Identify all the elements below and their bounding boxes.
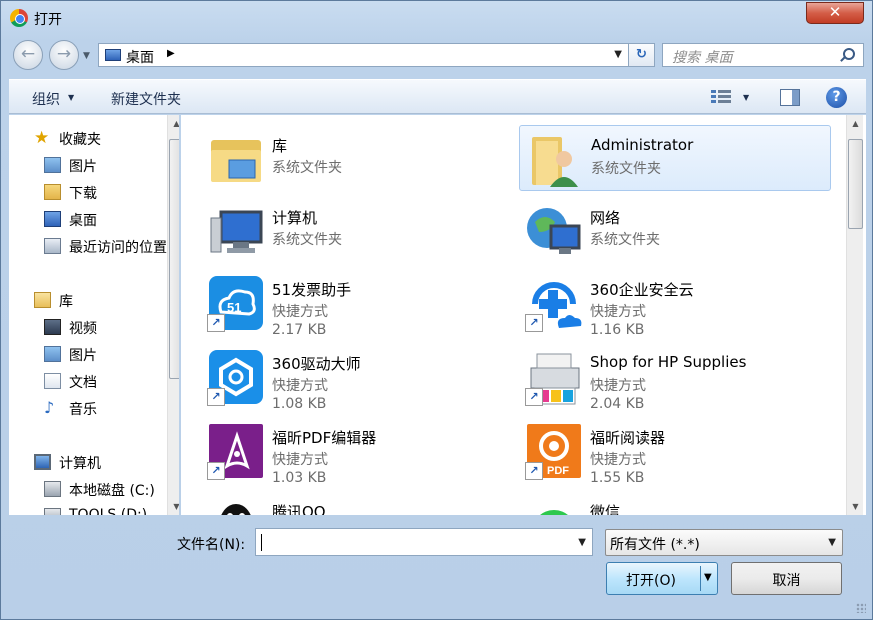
drive-icon [44,508,61,515]
file-item-tencent-qq[interactable]: 腾讯QQ [201,491,513,515]
organize-button[interactable]: 组织 [32,89,60,109]
filename-history-dropdown-icon[interactable]: ▼ [578,537,586,548]
library-folder-icon [207,130,265,188]
file-item-administrator[interactable]: Administrator 系统文件夹 [519,125,831,191]
file-list-pane: 库 系统文件夹 Administrator 系统文件夹 计算机 系统文件夹 网络… [181,115,866,515]
search-input[interactable]: 搜索 桌面 [662,43,864,67]
text-caret [261,534,262,551]
pictures-icon [44,346,61,362]
refresh-button[interactable]: ↻ [629,43,655,67]
recent-pages-dropdown-icon[interactable]: ▼ [83,51,90,61]
scrollbar-thumb[interactable] [848,139,863,229]
search-placeholder: 搜索 桌面 [672,50,733,66]
file-list-scrollbar[interactable]: ▲ ▼ [846,115,863,515]
split-divider [700,566,701,591]
music-icon: ♪ [44,398,55,417]
new-folder-button[interactable]: 新建文件夹 [111,89,181,109]
shortcut-arrow-icon: ↗ [525,462,543,480]
open-button[interactable]: 打开(O) ▼ [606,562,718,595]
file-item-network[interactable]: 网络 系统文件夹 [519,197,831,263]
computer-icon [207,202,265,260]
star-icon: ★ [34,128,50,148]
resize-grip-icon[interactable] [856,603,866,613]
preview-pane-icon[interactable] [780,89,800,106]
network-icon [525,202,583,260]
shortcut-arrow-icon: ↗ [207,462,225,480]
change-view-icon[interactable] [711,88,731,106]
shortcut-arrow-icon: ↗ [207,388,225,406]
qq-penguin-icon [207,496,265,515]
svg-text:PDF: PDF [547,465,569,477]
pdf-reader-icon: PDF ↗ [525,422,583,480]
download-folder-icon [44,184,61,200]
close-button[interactable]: ✕ [806,2,864,24]
scroll-down-icon[interactable]: ▼ [847,498,864,515]
scroll-up-icon[interactable]: ▲ [168,115,179,132]
file-type-dropdown-icon[interactable]: ▼ [828,537,836,548]
address-dropdown-icon[interactable]: ▼ [614,49,622,60]
scrollbar-thumb[interactable] [169,139,179,379]
user-folder-icon [526,131,584,189]
file-item-51-invoice[interactable]: 51 ↗ 51发票助手 快捷方式 2.17 KB [201,269,513,338]
computer-icon [34,454,51,470]
security-cloud-icon: ↗ [525,274,583,332]
filename-label: 文件名(N): [177,537,246,553]
open-options-dropdown-icon[interactable]: ▼ [704,572,712,583]
cancel-button-label: 取消 [772,573,801,589]
organize-dropdown-icon[interactable]: ▼ [68,93,74,102]
file-item-computer[interactable]: 计算机 系统文件夹 [201,197,513,263]
file-item-hp-supplies[interactable]: ↗ Shop for HP Supplies 快捷方式 2.04 KB [519,343,831,412]
pictures-icon [44,157,61,173]
navigation-pane: ★ 收藏夹 图片 下载 桌面 最近访问的位置 库 视频 图片 文档 ♪ 音乐 计… [9,115,179,515]
file-item-wechat[interactable]: 微信 [519,491,831,515]
command-toolbar: 组织 ▼ 新建文件夹 ▼ ? [9,79,866,114]
back-button[interactable]: ← [13,40,43,70]
invoice-assistant-icon: 51 ↗ [207,274,265,332]
file-item-libraries[interactable]: 库 系统文件夹 [201,125,513,191]
documents-icon [44,373,61,389]
drive-icon [44,481,61,497]
svg-text:51: 51 [227,300,241,315]
search-icon[interactable] [843,48,855,60]
filename-input[interactable]: ▼ [255,528,593,556]
desktop-icon [44,211,61,227]
shortcut-arrow-icon: ↗ [207,314,225,332]
driver-master-icon: ↗ [207,348,265,406]
chrome-icon [10,9,28,27]
navigation-scrollbar[interactable]: ▲ ▼ [167,115,179,515]
file-item-foxit-reader[interactable]: PDF ↗ 福昕阅读器 快捷方式 1.55 KB [519,417,831,486]
shortcut-arrow-icon: ↗ [525,314,543,332]
forward-button[interactable]: → [49,40,79,70]
view-options-dropdown-icon[interactable]: ▼ [743,93,749,102]
navigation-bar: ← → ▼ 桌面 ▶ ▼ ↻ 搜索 桌面 [1,39,872,73]
title-bar: 打开 ✕ [1,1,872,35]
file-item-360-driver-master[interactable]: ↗ 360驱动大师 快捷方式 1.08 KB [201,343,513,412]
file-type-value: 所有文件 (*.*) [610,537,700,553]
file-type-select[interactable]: 所有文件 (*.*) ▼ [605,529,843,556]
shortcut-arrow-icon: ↗ [525,388,543,406]
pdf-editor-icon: ↗ [207,422,265,480]
breadcrumb-desktop[interactable]: 桌面 [126,47,154,67]
scroll-down-icon[interactable]: ▼ [168,498,179,515]
open-button-label: 打开(O) [626,573,676,589]
file-item-foxit-pdf-editor[interactable]: ↗ 福昕PDF编辑器 快捷方式 1.03 KB [201,417,513,486]
wechat-icon [525,496,583,515]
help-icon[interactable]: ? [826,87,847,108]
breadcrumb-chevron-icon[interactable]: ▶ [167,48,175,59]
address-bar[interactable]: 桌面 ▶ ▼ [98,43,629,67]
scroll-up-icon[interactable]: ▲ [847,115,864,132]
file-item-360-security-cloud[interactable]: ↗ 360企业安全云 快捷方式 1.16 KB [519,269,831,338]
window-title: 打开 [34,12,62,28]
cancel-button[interactable]: 取消 [731,562,842,595]
desktop-icon [105,49,121,61]
recent-places-icon [44,238,61,254]
library-icon [34,292,51,308]
printer-icon: ↗ [525,348,583,406]
videos-icon [44,319,61,335]
open-file-dialog: 打开 ✕ ← → ▼ 桌面 ▶ ▼ ↻ 搜索 桌面 组织 ▼ 新建文件夹 ▼ ?… [0,0,873,620]
